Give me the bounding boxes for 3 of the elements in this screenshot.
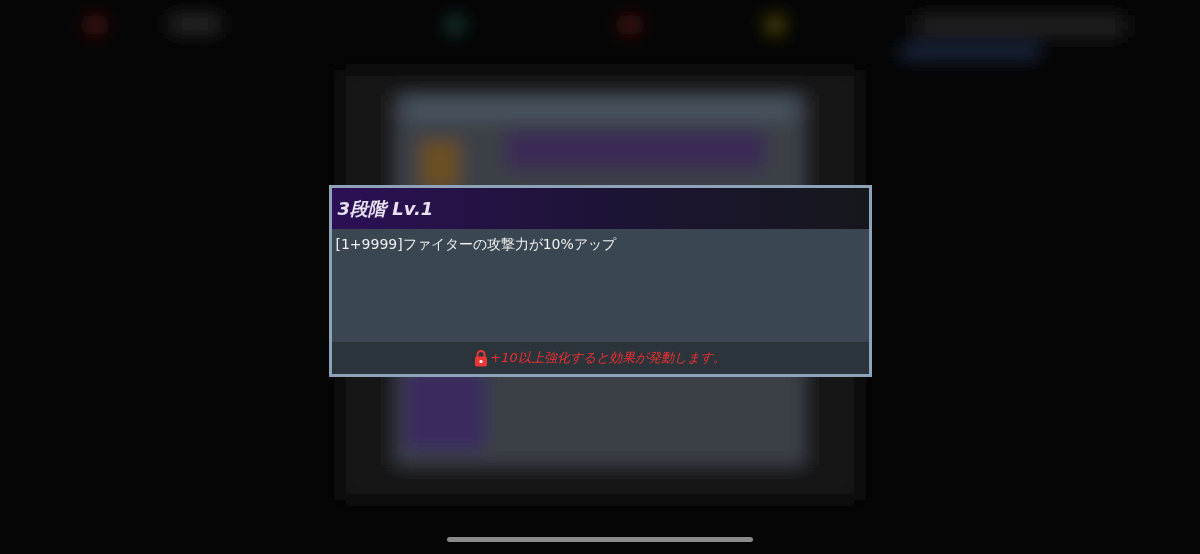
effect-description: [1+9999]ファイターの攻撃力が10%アップ <box>335 235 618 254</box>
activation-notice: +10以上強化すると効果が発動します。 <box>490 349 726 368</box>
dialog-title: 3段階 Lv.1 <box>337 197 434 221</box>
